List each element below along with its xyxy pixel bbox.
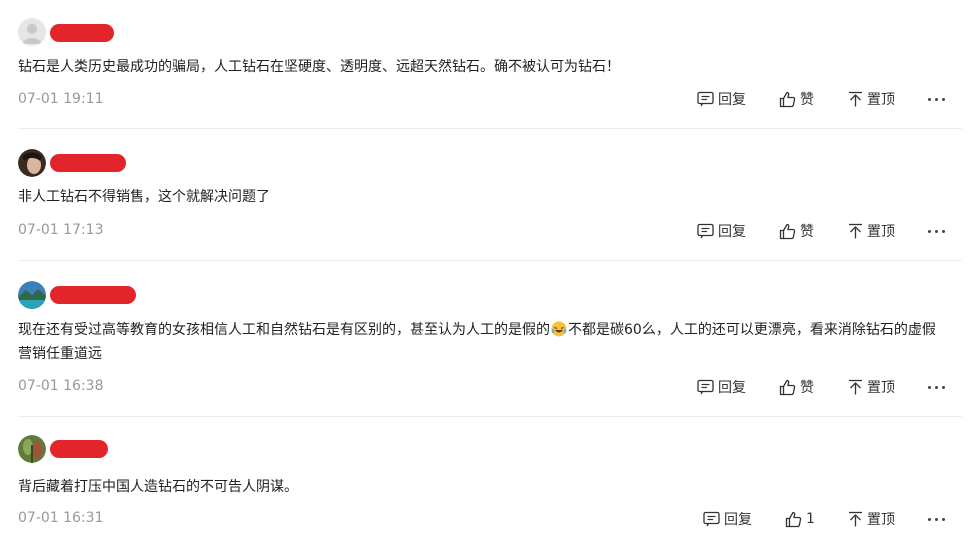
avatar[interactable] [18,281,46,309]
reply-button[interactable]: 回复 [697,376,746,398]
reply-label: 回复 [724,512,752,528]
reply-icon [697,223,714,239]
reply-icon [703,511,720,527]
like-button[interactable]: 赞 [779,220,814,242]
username-redacted[interactable] [50,24,114,42]
comment-actions: 回复 赞 置顶 [0,88,974,110]
reply-label: 回复 [718,224,746,240]
comment-text: 钻石是人类历史最成功的骗局，人工钻石在坚硬度、透明度、远超天然钻石。确不被认可为… [18,59,620,75]
comment-3: 现在还有受过高等教育的女孩相信人工和自然钻石是有区别的，甚至认为人工的是假的 不都… [0,261,974,415]
like-button[interactable]: 赞 [779,88,814,110]
like-button[interactable]: 1 [785,508,815,530]
pin-top-icon [849,91,862,107]
username-redacted[interactable] [50,286,136,304]
more-options-icon[interactable] [928,220,949,242]
like-label: 赞 [800,380,814,396]
comment-1: 钻石是人类历史最成功的骗局，人工钻石在坚硬度、透明度、远超天然钻石。确不被认可为… [0,0,974,128]
pin-button[interactable]: 置顶 [848,376,895,398]
thumbs-up-icon [779,223,796,239]
default-avatar-icon [18,18,46,46]
reply-icon [697,379,714,395]
username-redacted[interactable] [50,154,126,172]
more-options-icon[interactable] [928,88,949,110]
comment-text: 背后藏着打压中国人造钻石的不可告人阴谋。 [18,479,298,495]
pin-label: 置顶 [867,224,895,240]
comment-actions: 回复 赞 置顶 [0,220,974,242]
comment-text: 现在还有受过高等教育的女孩相信人工和自然钻石是有区别的，甚至认为人工的是假的 不都… [18,318,948,366]
like-label: 赞 [800,92,814,108]
pin-top-icon [849,511,862,527]
reply-button[interactable]: 回复 [697,88,746,110]
username-redacted[interactable] [50,440,108,458]
comment-text-part: 现在还有受过高等教育的女孩相信人工和自然钻石是有区别的，甚至认为人工的是假的 [18,322,550,338]
thumbs-up-icon [779,379,796,395]
pin-label: 置顶 [867,380,895,396]
thumbs-up-icon [785,511,802,527]
more-options-icon[interactable] [928,508,949,530]
reply-label: 回复 [718,380,746,396]
pin-top-icon [849,379,862,395]
plant-avatar-icon [18,435,46,463]
like-label: 赞 [800,224,814,240]
comment-2: 非人工钻石不得销售，这个就解决问题了 07-01 17:13 回复 赞 置顶 [0,129,974,259]
comment-4: 背后藏着打压中国人造钻石的不可告人阴谋。 07-01 16:31 回复 1 置顶 [0,417,974,538]
reply-icon [697,91,714,107]
pin-label: 置顶 [867,92,895,108]
avatar[interactable] [18,149,46,177]
reply-button[interactable]: 回复 [703,508,752,530]
pin-button[interactable]: 置顶 [848,220,895,242]
pin-button[interactable]: 置顶 [848,88,895,110]
like-count: 1 [806,511,815,527]
like-button[interactable]: 赞 [779,376,814,398]
comment-actions: 回复 赞 置顶 [0,376,974,398]
thumbs-up-icon [779,91,796,107]
pin-button[interactable]: 置顶 [848,508,895,530]
comment-actions: 回复 1 置顶 [0,508,974,530]
user-photo-avatar-icon [18,149,46,177]
avatar[interactable] [18,435,46,463]
laugh-cry-emoji-icon [551,321,567,337]
comment-text: 非人工钻石不得销售，这个就解决问题了 [18,189,270,205]
landscape-avatar-icon [18,281,46,309]
pin-top-icon [849,223,862,239]
reply-label: 回复 [718,92,746,108]
more-options-icon[interactable] [928,376,949,398]
avatar[interactable] [18,18,46,46]
reply-button[interactable]: 回复 [697,220,746,242]
pin-label: 置顶 [867,512,895,528]
